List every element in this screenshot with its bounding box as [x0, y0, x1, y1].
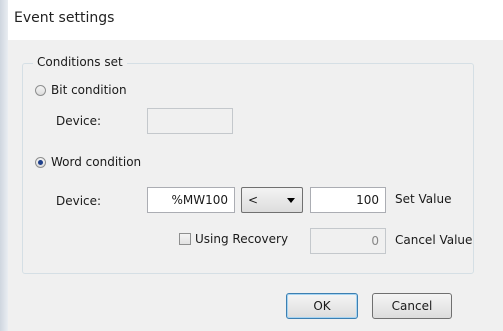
dialog-title: Event settings — [14, 10, 115, 26]
bit-device-input[interactable] — [147, 108, 233, 134]
set-value-label: Set Value — [395, 192, 452, 206]
word-device-input[interactable]: %MW100 — [147, 187, 235, 213]
word-device-label: Device: — [56, 194, 102, 208]
operator-value: < — [248, 193, 259, 207]
window-frame-edge — [0, 0, 8, 331]
set-value-input[interactable]: 100 — [310, 187, 386, 213]
using-recovery-label: Using Recovery — [195, 232, 289, 246]
cancel-button[interactable]: Cancel — [372, 293, 452, 319]
operator-dropdown[interactable]: < — [241, 187, 303, 213]
bit-condition-radio[interactable] — [35, 84, 46, 96]
conditions-group-title: Conditions set — [33, 55, 127, 69]
cancel-value-label: Cancel Value — [395, 233, 473, 247]
chevron-down-icon — [287, 198, 295, 203]
bit-condition-label: Bit condition — [51, 83, 127, 97]
title-bar: Event settings — [8, 0, 503, 40]
cancel-value-input[interactable]: 0 — [310, 228, 386, 254]
word-condition-label: Word condition — [51, 155, 142, 169]
bit-condition-option[interactable]: Bit condition — [35, 83, 127, 97]
using-recovery-option[interactable]: Using Recovery — [179, 232, 288, 246]
bit-device-label: Device: — [56, 114, 102, 128]
using-recovery-checkbox[interactable] — [179, 233, 191, 245]
ok-button[interactable]: OK — [286, 293, 358, 319]
word-condition-option[interactable]: Word condition — [35, 155, 141, 169]
word-condition-radio[interactable] — [35, 156, 46, 168]
